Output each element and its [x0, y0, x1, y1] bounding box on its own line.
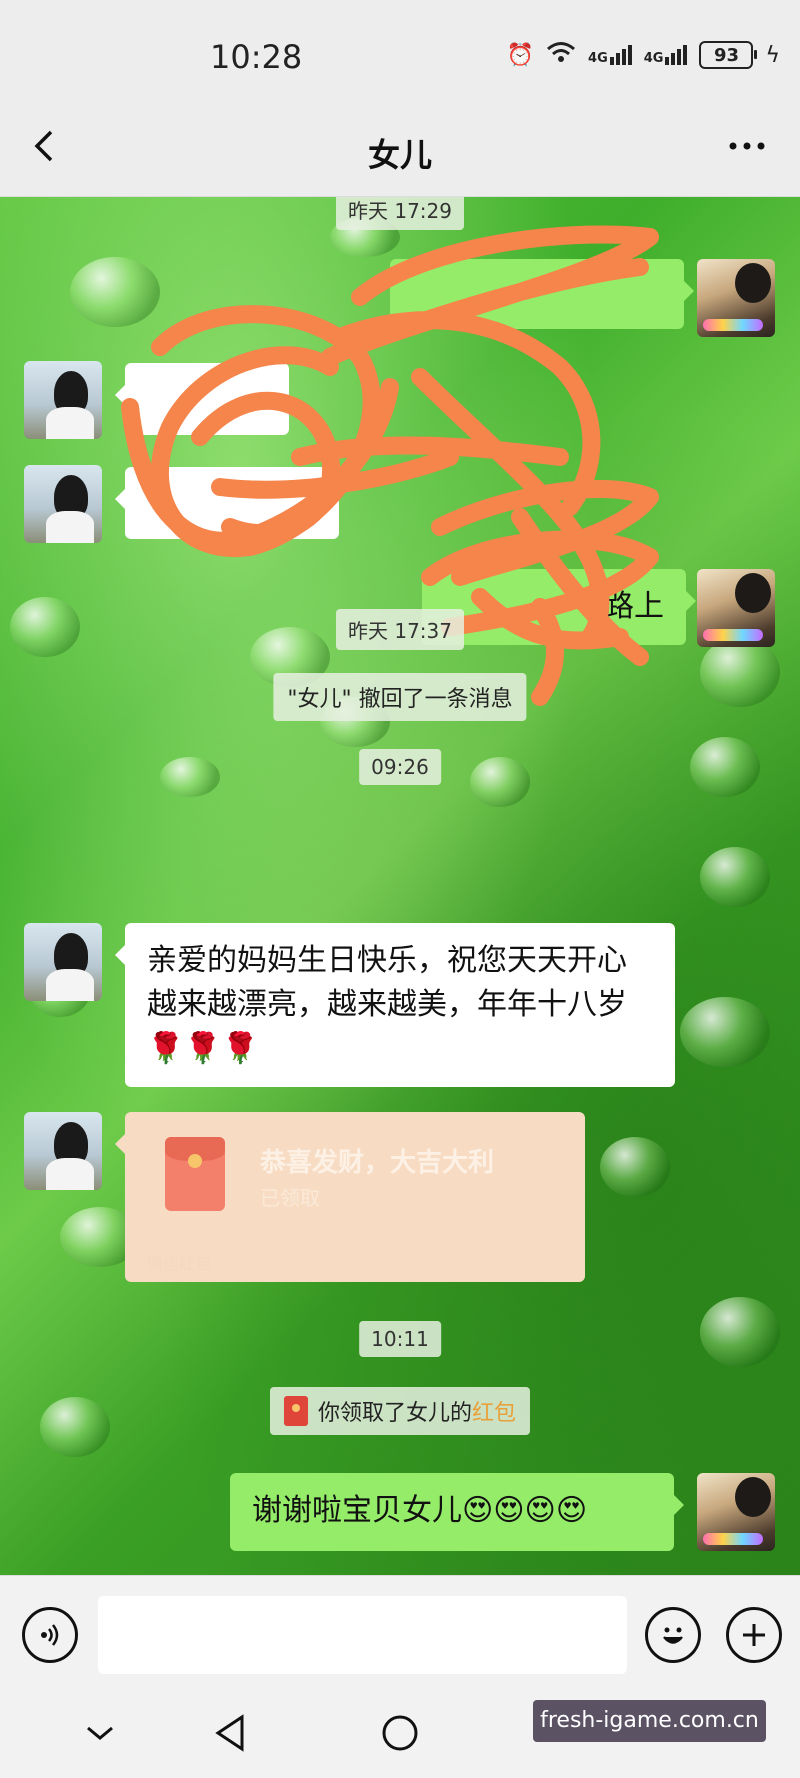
- emoji-icon: [663, 1627, 683, 1644]
- red-packet-link[interactable]: 红包: [472, 1395, 516, 1427]
- voice-icon: [41, 1624, 59, 1646]
- background-drop: [700, 847, 770, 907]
- background-drop: [700, 1297, 780, 1367]
- message-bubble-right[interactable]: 谢谢啦宝贝女儿😍😍😍😍: [230, 1473, 684, 1551]
- red-packet-status: 已领取: [260, 1186, 320, 1210]
- network-type-1: 4G: [588, 51, 608, 66]
- message-text: 谢谢啦宝贝女儿😍😍😍😍: [252, 1493, 588, 1528]
- emoji-button[interactable]: [645, 1607, 701, 1663]
- message-input[interactable]: [98, 1596, 627, 1674]
- timestamp: 09:26: [359, 749, 441, 785]
- message-text: 路上: [604, 589, 664, 624]
- background-drop: [700, 637, 780, 707]
- avatar-daughter[interactable]: [24, 1112, 102, 1190]
- voice-button[interactable]: [22, 1607, 78, 1663]
- timestamp: 昨天 17:37: [336, 609, 464, 650]
- avatar-me[interactable]: [697, 569, 775, 647]
- avatar-daughter[interactable]: [24, 923, 102, 1001]
- background-drop: [70, 257, 160, 327]
- background-drop: [160, 757, 220, 797]
- message-bubble-left[interactable]: [115, 467, 339, 539]
- background-drop: [680, 997, 770, 1067]
- wifi-icon: [546, 40, 576, 70]
- background-drop: [10, 597, 80, 657]
- message-bubble-right[interactable]: [390, 259, 694, 329]
- status-bar: 10:28 ⏰ 4G 4G 93 ϟ: [0, 0, 800, 110]
- background-drop: [690, 737, 760, 797]
- nav-home-button[interactable]: [375, 1708, 425, 1758]
- more-icon: [729, 142, 765, 150]
- nav-back-button[interactable]: [205, 1708, 255, 1758]
- chat-area[interactable]: 昨天 17:29 路上 昨天 17:37 "女儿" 撤回了一条消息 09:26 …: [0, 197, 800, 1575]
- alarm-icon: ⏰: [506, 42, 535, 68]
- red-packet-card[interactable]: 恭喜发财，大吉大利 已领取 微信红包: [115, 1112, 585, 1282]
- signal-icon-2: 4G: [644, 45, 688, 65]
- timestamp: 10:11: [359, 1321, 441, 1357]
- avatar-daughter[interactable]: [24, 465, 102, 543]
- triangle-back-icon: [215, 1714, 244, 1752]
- avatar-daughter[interactable]: [24, 361, 102, 439]
- charging-icon: ϟ: [765, 42, 780, 68]
- recall-notice: "女儿" 撤回了一条消息: [273, 673, 527, 721]
- add-button[interactable]: [726, 1607, 782, 1663]
- background-drop: [470, 757, 530, 807]
- received-notice-text: 你领取了女儿的: [317, 1401, 472, 1426]
- plus-icon: [743, 1624, 765, 1646]
- signal-icon-1: 4G: [588, 45, 632, 65]
- circle-home-icon: [382, 1715, 418, 1751]
- background-drop: [40, 1397, 110, 1457]
- watermark: fresh-igame.com.cn: [533, 1700, 766, 1742]
- chat-title: 女儿: [367, 136, 432, 174]
- chat-header: 女儿: [0, 110, 800, 197]
- input-bar: [0, 1575, 800, 1691]
- avatar-me[interactable]: [697, 259, 775, 337]
- message-bubble-left[interactable]: [115, 363, 289, 435]
- status-time: 10:28: [210, 38, 303, 76]
- red-packet-footer: 微信红包: [147, 1254, 212, 1273]
- background-drop: [600, 1137, 670, 1197]
- message-bubble-left[interactable]: 亲爱的妈妈生日快乐，祝您天天开心越来越漂亮，越来越美，年年十八岁🌹🌹🌹: [115, 923, 675, 1087]
- red-packet-received-notice: 你领取了女儿的 红包: [269, 1387, 531, 1435]
- avatar-me[interactable]: [697, 1473, 775, 1551]
- red-packet-icon: [165, 1137, 225, 1211]
- message-text: 亲爱的妈妈生日快乐，祝您天天开心越来越漂亮，越来越美，年年十八岁🌹🌹🌹: [147, 943, 627, 1066]
- status-icons: ⏰ 4G 4G 93 ϟ: [507, 40, 780, 70]
- more-button[interactable]: [722, 126, 772, 176]
- nav-collapse-button[interactable]: [75, 1708, 125, 1758]
- timestamp: 昨天 17:29: [336, 197, 464, 230]
- chevron-down-icon: [87, 1726, 113, 1740]
- network-type-2: 4G: [643, 51, 664, 66]
- red-packet-title: 恭喜发财，大吉大利: [260, 1148, 495, 1178]
- red-packet-small-icon: [283, 1396, 308, 1426]
- battery-icon: 93: [699, 41, 758, 69]
